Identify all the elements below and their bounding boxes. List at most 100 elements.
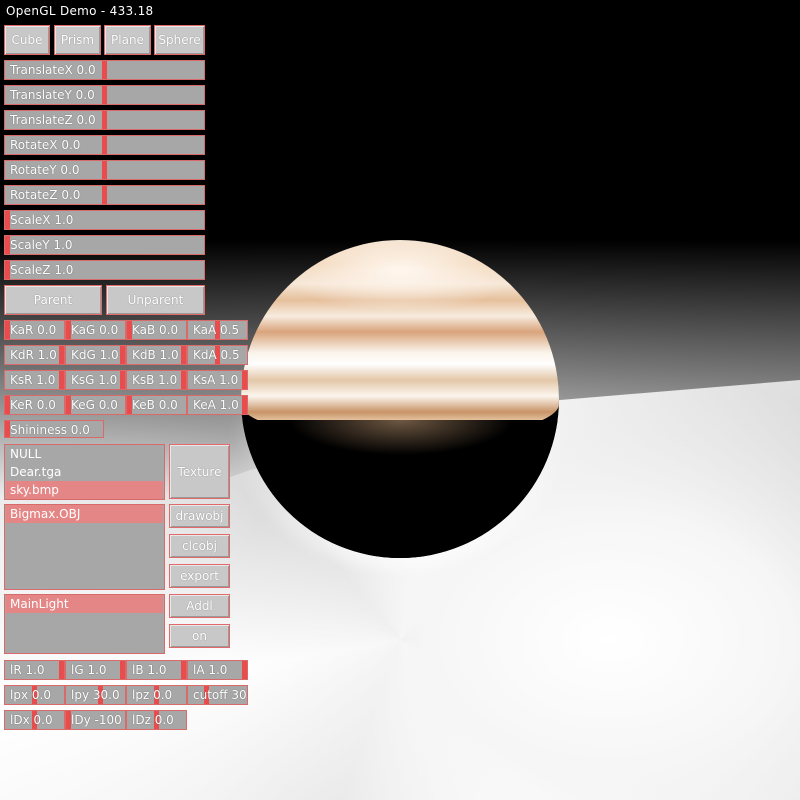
material-slider-knob[interactable] [181, 346, 186, 364]
material-slider[interactable]: KsR 1.0 [4, 370, 65, 390]
material-slider[interactable]: KeB 0.0 [126, 395, 187, 415]
export-button-label: export [180, 569, 219, 583]
transform-slider[interactable]: ScaleX 1.0 [4, 210, 205, 230]
light-direction-slider[interactable]: lDz 0.0 [126, 710, 187, 730]
material-slider[interactable]: KdG 1.0 [65, 345, 126, 365]
material-slider-label: KaB 0.0 [132, 323, 179, 337]
sphere-lit-side [241, 240, 559, 440]
transform-slider[interactable]: TranslateY 0.0 [4, 85, 205, 105]
material-slider[interactable]: KsG 1.0 [65, 370, 126, 390]
clcobj-button[interactable]: clcobj [169, 534, 230, 558]
light-on-button-label: on [192, 629, 207, 643]
light-list[interactable]: MainLight [4, 594, 165, 654]
material-slider[interactable]: KeA 1.0 [187, 395, 248, 415]
transform-slider[interactable]: RotateX 0.0 [4, 135, 205, 155]
light-color-slider-knob[interactable] [59, 661, 64, 679]
material-slider-knob[interactable] [242, 396, 247, 414]
light-position-slider[interactable]: cutoff 30.0 [187, 685, 248, 705]
material-slider-knob[interactable] [120, 346, 125, 364]
prism-button[interactable]: Prism [54, 25, 101, 55]
light-color-slider-knob[interactable] [181, 661, 186, 679]
transform-slider-label: ScaleX 1.0 [10, 213, 74, 227]
material-slider[interactable]: KaB 0.0 [126, 320, 187, 340]
transform-slider-label: TranslateX 0.0 [10, 63, 96, 77]
cube-button[interactable]: Cube [4, 25, 50, 55]
clcobj-button-label: clcobj [182, 539, 217, 553]
parent-button[interactable]: Parent [4, 285, 102, 315]
light-color-slider-label: lG 1.0 [71, 663, 107, 677]
material-slider[interactable]: KaA 0.5 [187, 320, 248, 340]
light-color-slider[interactable]: lA 1.0 [187, 660, 248, 680]
material-slider-knob[interactable] [120, 371, 125, 389]
material-slider[interactable]: KdA 0.5 [187, 345, 248, 365]
transform-slider-label: ScaleZ 1.0 [10, 263, 74, 277]
material-slider-knob[interactable] [59, 371, 64, 389]
plane-button[interactable]: Plane [104, 25, 151, 55]
texture-button-label: Texture [177, 464, 222, 479]
transform-slider[interactable]: RotateZ 0.0 [4, 185, 205, 205]
transform-slider-knob[interactable] [102, 186, 107, 204]
light-color-slider-knob[interactable] [120, 661, 125, 679]
light-color-slider[interactable]: lG 1.0 [65, 660, 126, 680]
sphere-button[interactable]: Sphere [154, 25, 205, 55]
export-button[interactable]: export [169, 564, 230, 588]
light-direction-slider[interactable]: lDx 0.0 [4, 710, 65, 730]
material-slider-knob[interactable] [59, 346, 64, 364]
material-slider-label: KdG 1.0 [71, 348, 119, 362]
transform-slider-knob[interactable] [102, 111, 107, 129]
object-list-item-selected[interactable]: Bigmax.OBJ [6, 505, 163, 523]
transform-slider-label: TranslateZ 0.0 [10, 113, 96, 127]
material-slider-knob[interactable] [181, 371, 186, 389]
transform-slider-label: ScaleY 1.0 [10, 238, 73, 252]
light-color-slider[interactable]: lR 1.0 [4, 660, 65, 680]
transform-slider[interactable]: ScaleY 1.0 [4, 235, 205, 255]
material-slider-label: KsR 1.0 [10, 373, 56, 387]
light-direction-slider[interactable]: lDy -100 [65, 710, 126, 730]
unparent-button-label: Unparent [127, 293, 184, 307]
material-slider-label: KdA 0.5 [193, 348, 240, 362]
texture-list-item-selected[interactable]: sky.bmp [6, 481, 163, 499]
transform-slider[interactable]: ScaleZ 1.0 [4, 260, 205, 280]
light-position-slider[interactable]: lpy 30.0 [65, 685, 126, 705]
texture-button[interactable]: Texture [169, 444, 230, 499]
light-color-slider[interactable]: lB 1.0 [126, 660, 187, 680]
transform-slider[interactable]: TranslateZ 0.0 [4, 110, 205, 130]
light-position-slider-label: lpx 0.0 [10, 688, 51, 702]
transform-slider[interactable]: RotateY 0.0 [4, 160, 205, 180]
transform-slider-knob[interactable] [102, 161, 107, 179]
plane-button-label: Plane [111, 33, 144, 47]
light-color-slider-label: lA 1.0 [193, 663, 228, 677]
unparent-button[interactable]: Unparent [106, 285, 205, 315]
transform-slider-knob[interactable] [102, 86, 107, 104]
cube-button-label: Cube [11, 33, 43, 47]
material-slider[interactable]: KaR 0.0 [4, 320, 65, 340]
texture-list-item[interactable]: NULL [6, 445, 163, 463]
texture-list[interactable]: NULL Dear.tga sky.bmp [4, 444, 165, 500]
light-list-item-selected[interactable]: MainLight [6, 595, 163, 613]
material-slider-label: KsB 1.0 [132, 373, 178, 387]
material-slider-label: KsG 1.0 [71, 373, 118, 387]
material-slider-label: KaA 0.5 [193, 323, 240, 337]
material-slider[interactable]: KdB 1.0 [126, 345, 187, 365]
object-list[interactable]: Bigmax.OBJ [4, 504, 165, 590]
transform-slider-knob[interactable] [102, 61, 107, 79]
material-slider[interactable]: KsA 1.0 [187, 370, 248, 390]
texture-list-item[interactable]: Dear.tga [6, 463, 163, 481]
material-slider[interactable]: KaG 0.0 [65, 320, 126, 340]
material-slider[interactable]: KeR 0.0 [4, 395, 65, 415]
material-slider[interactable]: KdR 1.0 [4, 345, 65, 365]
transform-slider[interactable]: TranslateX 0.0 [4, 60, 205, 80]
light-direction-slider-label: lDy -100 [71, 713, 122, 727]
material-slider-knob[interactable] [242, 371, 247, 389]
material-slider[interactable]: KsB 1.0 [126, 370, 187, 390]
add-light-button[interactable]: Addl [169, 594, 230, 618]
sphere-button-label: Sphere [158, 33, 201, 47]
drawobj-button[interactable]: drawobj [169, 504, 230, 528]
light-color-slider-knob[interactable] [242, 661, 247, 679]
shininess-slider[interactable]: Shininess 0.0 [4, 420, 104, 438]
transform-slider-knob[interactable] [102, 136, 107, 154]
material-slider[interactable]: KeG 0.0 [65, 395, 126, 415]
light-position-slider[interactable]: lpx 0.0 [4, 685, 65, 705]
light-on-button[interactable]: on [169, 624, 230, 648]
light-position-slider[interactable]: lpz 0.0 [126, 685, 187, 705]
